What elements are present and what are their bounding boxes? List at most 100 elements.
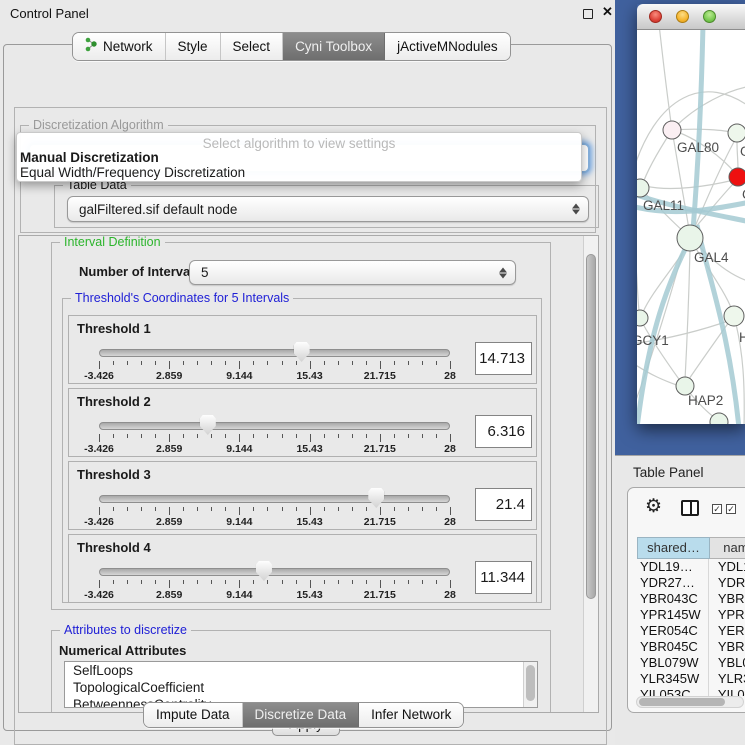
group-title: Interval Definition bbox=[60, 235, 165, 249]
slider-ticks bbox=[99, 434, 450, 443]
list-scrollbar[interactable] bbox=[523, 662, 537, 707]
scrollbar-thumb[interactable] bbox=[639, 698, 725, 706]
thresholds-group: Threshold's Coordinates for 5 Intervals … bbox=[62, 298, 542, 603]
slider-tick-labels: -3.4262.8599.14415.4321.71528 bbox=[99, 589, 450, 602]
slider-thumb[interactable] bbox=[256, 561, 272, 581]
checkbox-checked-icon[interactable]: ✓ bbox=[712, 504, 722, 514]
table-data-combobox[interactable]: galFiltered.sif default node bbox=[67, 196, 589, 222]
table-row[interactable]: YDL19…YDL19 bbox=[637, 559, 745, 575]
slider-track[interactable] bbox=[99, 349, 450, 357]
table-body: YDL19…YDL19YDR27…YDR27YBR043CYBR043CYPR1… bbox=[637, 559, 745, 696]
threshold-list: Threshold 1 -3.4262.8599.14415.4321.71528… bbox=[63, 315, 543, 607]
zoom-traffic-light-icon[interactable] bbox=[703, 10, 716, 23]
network-canvas[interactable]: GAL80GACGAL11GAL4GCY1HHAP2 bbox=[637, 30, 745, 424]
cyni-mode-tabs: Impute Data Discretize Data Infer Networ… bbox=[143, 702, 464, 728]
interval-definition-group: Interval Definition Number of Intervals … bbox=[51, 242, 551, 610]
threshold-panel: Threshold 2-3.4262.8599.14415.4321.71528… bbox=[68, 388, 537, 457]
checkbox-checked-icon[interactable]: ✓ bbox=[726, 504, 736, 514]
numerical-attributes-list[interactable]: SelfLoopsTopologicalCoefficientBetweenne… bbox=[64, 661, 538, 708]
slider-track[interactable] bbox=[99, 568, 450, 576]
control-panel: Control Panel ✕ Network Style Select Cyn… bbox=[0, 0, 616, 745]
tab-jactivemnodules[interactable]: jActiveMNodules bbox=[385, 33, 510, 60]
node-label: H bbox=[739, 330, 745, 345]
dropdown-option-manual[interactable]: Manual Discretization bbox=[17, 150, 581, 165]
table-row[interactable]: YPR145WYPR145W bbox=[637, 607, 745, 623]
group-title: Threshold's Coordinates for 5 Intervals bbox=[71, 291, 293, 305]
network-node[interactable] bbox=[677, 225, 703, 251]
network-node[interactable] bbox=[724, 306, 744, 326]
control-panel-tabs: Network Style Select Cyni Toolbox jActiv… bbox=[72, 32, 511, 61]
threshold-value-field[interactable]: 14.713 bbox=[475, 342, 532, 375]
close-traffic-light-icon[interactable] bbox=[649, 10, 662, 23]
vertical-scrollbar[interactable] bbox=[583, 236, 598, 712]
attribute-item[interactable]: TopologicalCoefficient bbox=[65, 679, 537, 696]
slider-track[interactable] bbox=[99, 495, 450, 503]
float-window-icon[interactable] bbox=[583, 9, 593, 19]
table-row[interactable]: YBR045CYBR045C bbox=[637, 639, 745, 655]
table-panel: Table Panel ⚙ ✓ ✓ shared… name YDL19…YDL… bbox=[615, 455, 745, 745]
slider-thumb[interactable] bbox=[368, 488, 384, 508]
table-header: shared… name bbox=[637, 537, 745, 559]
column-header-shared-name[interactable]: shared… bbox=[637, 537, 710, 559]
table-row[interactable]: YLR345WYLR345W bbox=[637, 671, 745, 687]
numerical-attributes-label: Numerical Attributes bbox=[59, 643, 186, 658]
threshold-label: Threshold 1 bbox=[77, 321, 151, 336]
dropdown-prompt: Select algorithm to view settings bbox=[17, 133, 581, 150]
horizontal-scrollbar[interactable] bbox=[636, 696, 744, 708]
close-icon[interactable]: ✕ bbox=[602, 4, 613, 20]
slider-tick-labels: -3.4262.8599.14415.4321.71528 bbox=[99, 516, 450, 529]
slider-ticks bbox=[99, 361, 450, 370]
tab-style[interactable]: Style bbox=[166, 33, 221, 60]
network-node[interactable] bbox=[729, 168, 745, 186]
slider-ticks bbox=[99, 507, 450, 516]
table-row[interactable]: YIL053CYIL053C bbox=[637, 687, 745, 696]
tab-cyni-toolbox[interactable]: Cyni Toolbox bbox=[283, 33, 385, 60]
threshold-panel: Threshold 3-3.4262.8599.14415.4321.71528… bbox=[68, 461, 537, 530]
node-table-container: ⚙ ✓ ✓ shared… name YDL19…YDL19YDR27…YDR2… bbox=[627, 487, 745, 713]
gear-icon[interactable]: ⚙ bbox=[645, 496, 662, 518]
network-node[interactable] bbox=[728, 124, 745, 142]
tab-network[interactable]: Network bbox=[73, 33, 166, 60]
panel-title: Control Panel bbox=[10, 6, 89, 21]
attributes-group: Attributes to discretize Numerical Attri… bbox=[51, 630, 551, 713]
number-of-intervals-combobox[interactable]: 5 bbox=[189, 260, 516, 285]
dropdown-option-equal-width[interactable]: Equal Width/Frequency Discretization bbox=[17, 165, 581, 180]
number-of-intervals-label: Number of Intervals bbox=[79, 264, 201, 279]
slider-tick-labels: -3.4262.8599.14415.4321.71528 bbox=[99, 370, 450, 383]
threshold-label: Threshold 4 bbox=[77, 540, 151, 555]
table-row[interactable]: YDR27…YDR27 bbox=[637, 575, 745, 591]
slider-track[interactable] bbox=[99, 422, 450, 430]
network-node[interactable] bbox=[710, 413, 728, 424]
scrollbar-thumb[interactable] bbox=[586, 254, 596, 599]
slider-thumb[interactable] bbox=[294, 342, 310, 362]
network-node[interactable] bbox=[637, 310, 648, 326]
attribute-item[interactable]: SelfLoops bbox=[65, 662, 537, 679]
table-row[interactable]: YBL079WYBL079W bbox=[637, 655, 745, 671]
column-layout-icon[interactable] bbox=[681, 500, 699, 516]
slider-thumb[interactable] bbox=[200, 415, 216, 435]
network-view-window[interactable]: GAL80GACGAL11GAL4GCY1HHAP2 bbox=[637, 4, 745, 424]
threshold-value-field[interactable]: 21.4 bbox=[475, 488, 532, 521]
slider-ticks bbox=[99, 580, 450, 589]
algorithm-dropdown-popup: Select algorithm to view settings Manual… bbox=[16, 132, 582, 182]
settings-scrollpane: Interval Definition Number of Intervals … bbox=[18, 235, 599, 713]
tab-select[interactable]: Select bbox=[221, 33, 284, 60]
column-header-name[interactable]: name bbox=[710, 537, 745, 559]
cyni-toolbox-panel: Discretization Algorithm Table Data galF… bbox=[3, 44, 612, 731]
threshold-value-field[interactable]: 11.344 bbox=[475, 561, 532, 594]
minimize-traffic-light-icon[interactable] bbox=[676, 10, 689, 23]
network-window-titlebar[interactable] bbox=[637, 4, 745, 30]
table-row[interactable]: YBR043CYBR043C bbox=[637, 591, 745, 607]
combo-stepper-icon bbox=[499, 267, 507, 278]
network-node[interactable] bbox=[637, 179, 649, 197]
table-data-group: Table Data galFiltered.sif default node bbox=[54, 185, 599, 228]
threshold-value-field[interactable]: 6.316 bbox=[475, 415, 532, 448]
node-label: GA bbox=[740, 144, 745, 159]
tab-discretize-data[interactable]: Discretize Data bbox=[243, 703, 360, 727]
table-row[interactable]: YER054CYER054C bbox=[637, 623, 745, 639]
combo-stepper-icon bbox=[572, 204, 580, 215]
tab-impute-data[interactable]: Impute Data bbox=[144, 703, 243, 727]
node-label: GAL80 bbox=[677, 140, 719, 155]
network-node[interactable] bbox=[663, 121, 681, 139]
tab-infer-network[interactable]: Infer Network bbox=[359, 703, 463, 727]
